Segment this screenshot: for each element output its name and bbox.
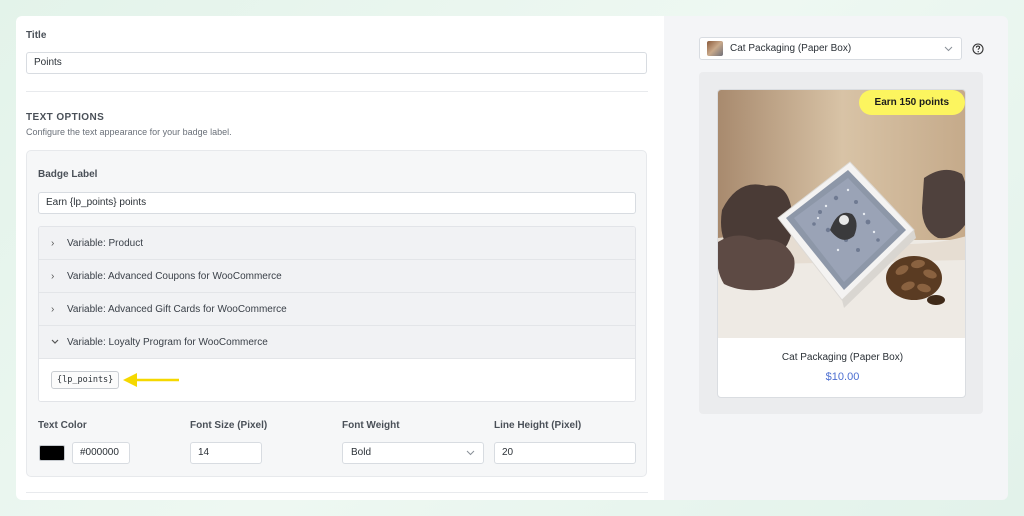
text-options-heading: TEXT OPTIONS (26, 112, 105, 123)
accordion-item-product[interactable]: › Variable: Product (39, 227, 635, 260)
product-image (718, 90, 965, 338)
font-weight-select[interactable]: Bold (342, 442, 484, 464)
bottom-divider (26, 492, 648, 493)
accordion-item-advanced-gift-cards[interactable]: › Variable: Advanced Gift Cards for WooC… (39, 293, 635, 326)
font-size-input[interactable]: 14 (190, 442, 262, 464)
preview-panel: Cat Packaging (Paper Box) Earn 150 point… (664, 16, 1008, 500)
product-title: Cat Packaging (Paper Box) (781, 352, 904, 363)
line-height-input[interactable]: 20 (494, 442, 636, 464)
settings-panel: Title Points TEXT OPTIONS Configure the … (16, 16, 664, 500)
arrow-left-icon (123, 373, 179, 387)
variable-tag-lp-points[interactable]: {lp_points} (51, 371, 120, 389)
chevron-down-icon (466, 443, 475, 470)
badge-label-input[interactable]: Earn {lp_points} points (38, 192, 636, 214)
product-card: Earn 150 points Cat Packaging (Paper Box… (717, 89, 966, 398)
badge-preview-area: Earn 150 points Cat Packaging (Paper Box… (699, 72, 983, 414)
accordion-item-label: Variable: Advanced Gift Cards for WooCom… (67, 303, 287, 315)
line-height-label: Line Height (Pixel) (494, 420, 582, 431)
accordion-item-loyalty-program[interactable]: Variable: Loyalty Program for WooCommerc… (39, 326, 635, 359)
font-weight-value: Bold (351, 447, 372, 458)
text-options-box: Badge Label Earn {lp_points} points › Va… (26, 150, 647, 477)
chevron-down-icon (944, 38, 953, 67)
font-size-label: Font Size (Pixel) (190, 420, 268, 431)
chevron-down-icon (51, 337, 67, 348)
font-weight-label: Font Weight (342, 420, 400, 431)
accordion-item-label: Variable: Loyalty Program for WooCommerc… (67, 336, 268, 348)
chevron-right-icon: › (51, 270, 55, 282)
chevron-right-icon: › (51, 303, 55, 315)
variables-accordion: › Variable: Product › Variable: Advanced… (38, 226, 636, 402)
section-divider (26, 91, 648, 92)
accordion-item-label: Variable: Advanced Coupons for WooCommer… (67, 270, 282, 282)
question-circle-icon[interactable] (972, 43, 984, 55)
text-color-input[interactable]: #000000 (72, 442, 130, 464)
text-color-label: Text Color (38, 420, 87, 431)
title-input[interactable]: Points (26, 52, 647, 74)
points-badge: Earn 150 points (858, 90, 965, 115)
product-select[interactable]: Cat Packaging (Paper Box) (699, 37, 962, 60)
product-select-value: Cat Packaging (Paper Box) (730, 43, 852, 54)
product-price: $10.00 (825, 371, 860, 383)
chevron-right-icon: › (51, 237, 55, 249)
title-label: Title (26, 30, 47, 41)
text-color-swatch[interactable] (39, 445, 65, 461)
badge-label-heading: Badge Label (38, 169, 98, 180)
text-options-description: Configure the text appearance for your b… (26, 127, 232, 137)
loyalty-variables-body: {lp_points} (39, 359, 635, 401)
accordion-item-label: Variable: Product (67, 237, 143, 249)
accordion-item-advanced-coupons[interactable]: › Variable: Advanced Coupons for WooComm… (39, 260, 635, 293)
product-thumbnail (707, 41, 723, 56)
